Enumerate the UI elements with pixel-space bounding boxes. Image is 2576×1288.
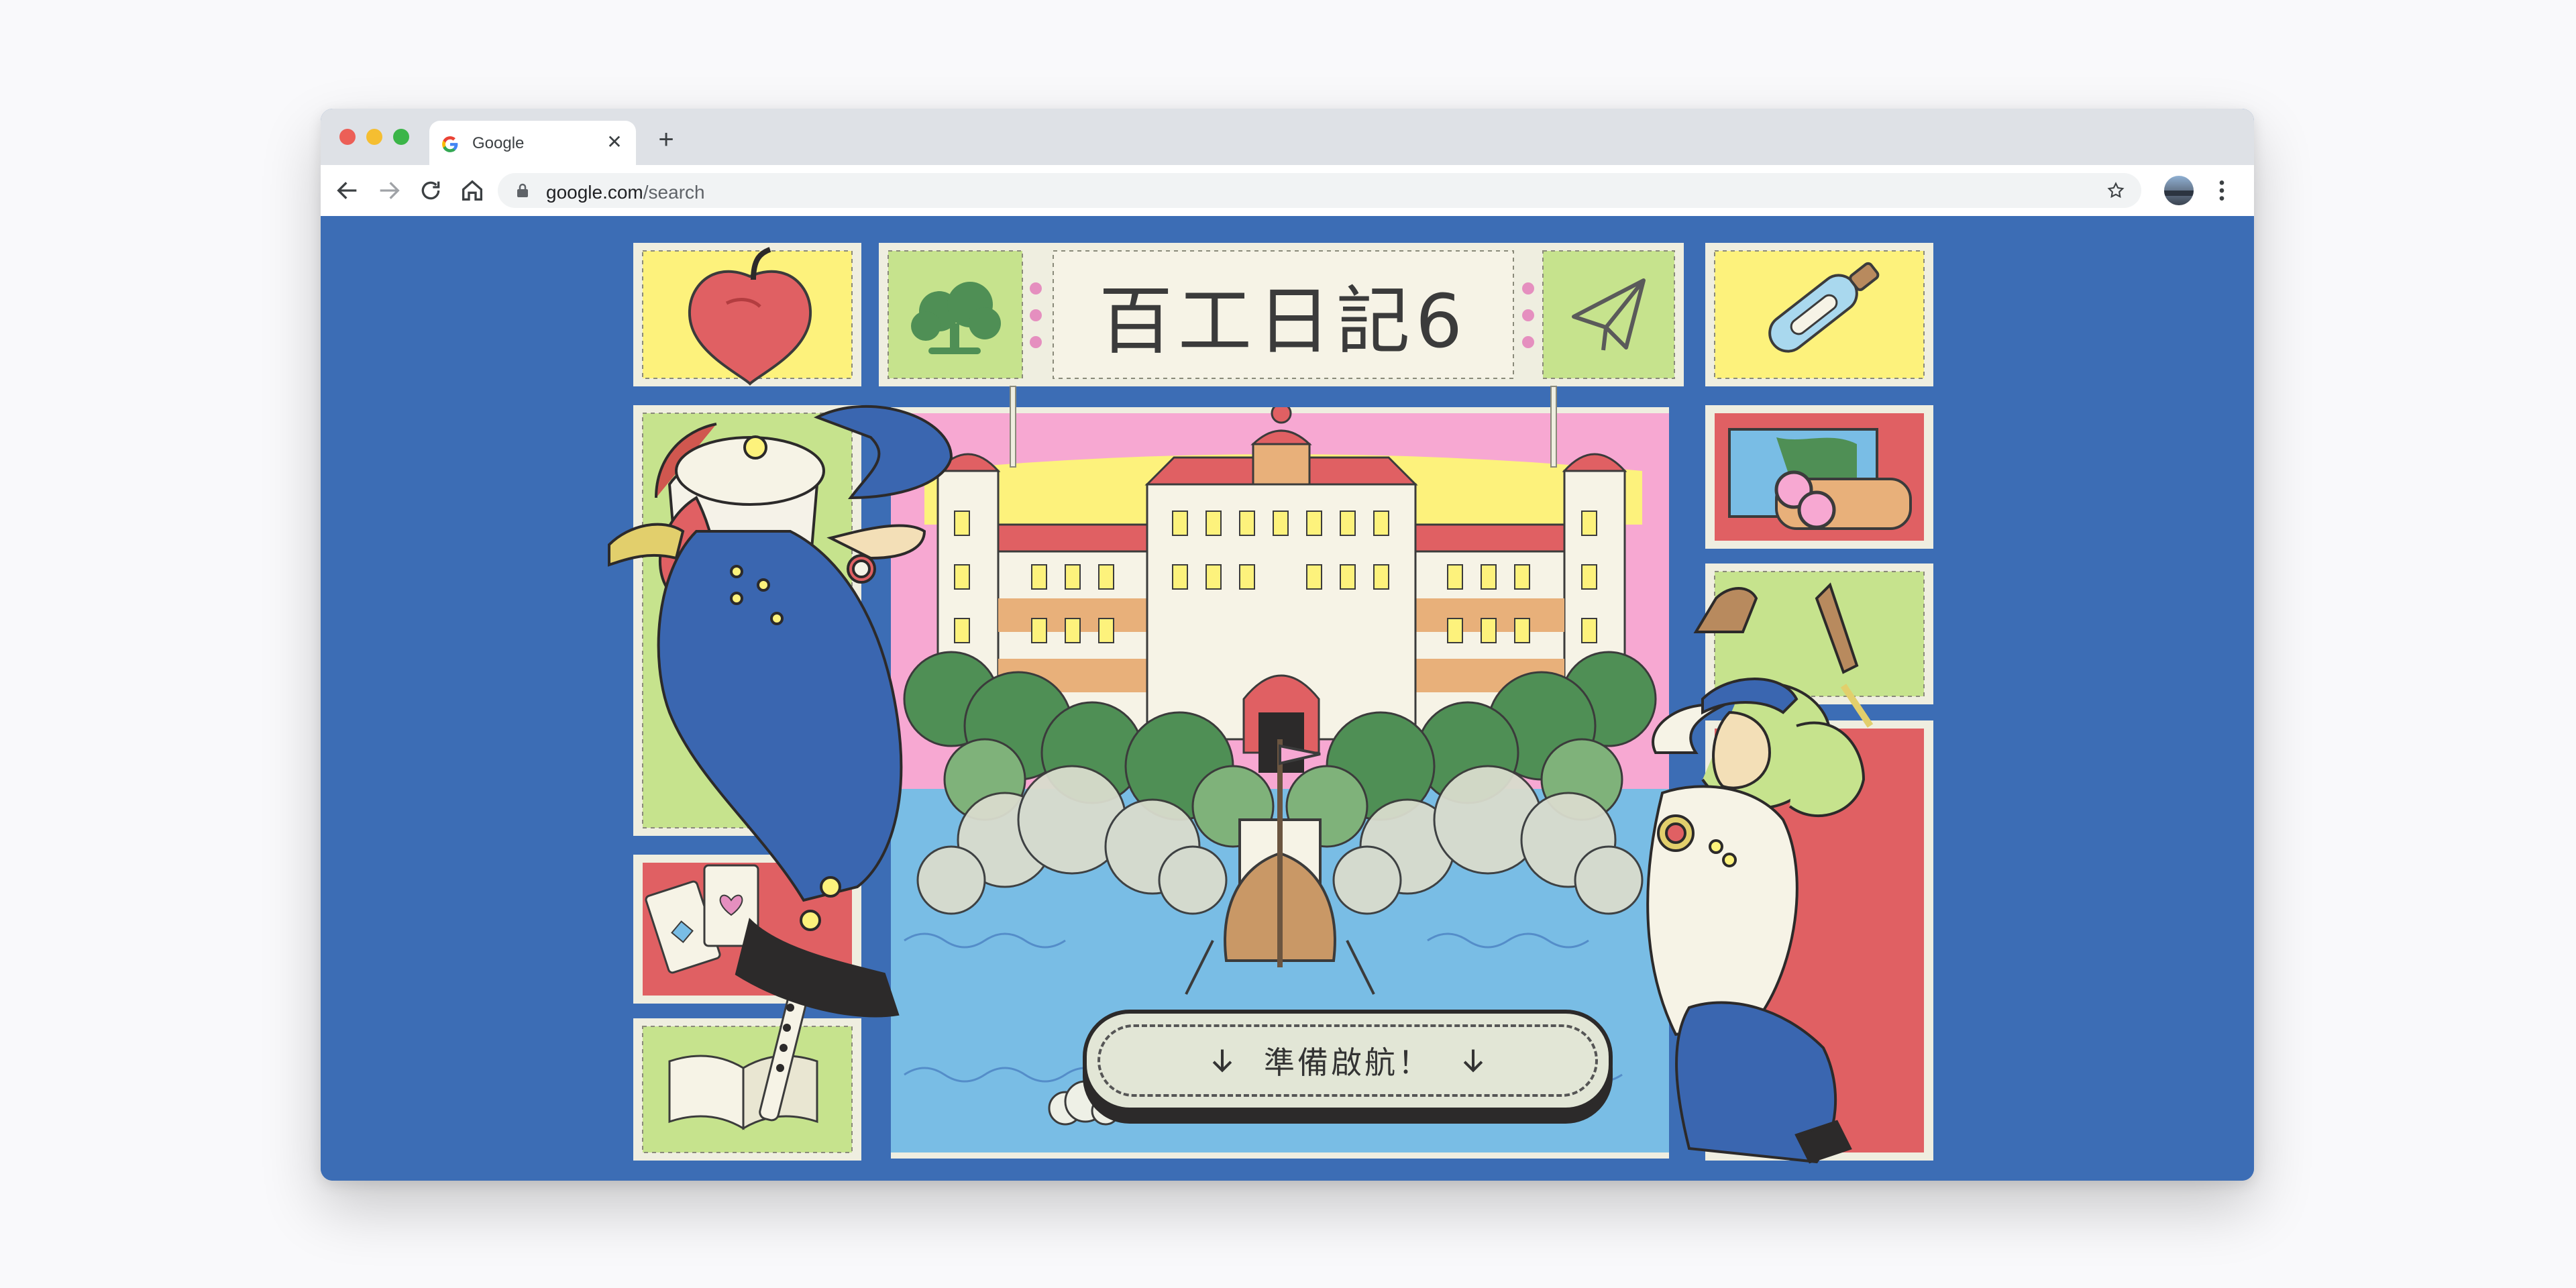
close-window-button[interactable] (339, 129, 356, 145)
start-voyage-button[interactable]: 準備啟航！ (1083, 1010, 1613, 1112)
down-arrow-icon (1212, 1049, 1232, 1073)
back-arrow-icon[interactable] (334, 177, 361, 204)
google-favicon-icon (442, 136, 458, 152)
doodle-area: 百工日記6 準備啟航！ (321, 216, 2254, 1181)
new-tab-button[interactable]: + (652, 126, 680, 154)
browser-window: Google ✕ + google.com/search 百工日記6 準備啟航！ (321, 109, 2254, 1181)
tab-title: Google (472, 134, 525, 152)
lock-icon (517, 183, 528, 197)
start-voyage-button-inner: 準備啟航！ (1097, 1024, 1598, 1097)
url-host: google.com (546, 182, 643, 203)
browser-toolbar: google.com/search (321, 165, 2254, 217)
down-arrow-icon (1463, 1049, 1483, 1073)
forward-arrow-icon[interactable] (376, 177, 402, 204)
address-bar[interactable]: google.com/search (498, 173, 2141, 208)
title-bar: Google ✕ + (321, 109, 2254, 165)
menu-dots-icon[interactable] (2208, 177, 2235, 204)
url-path: /search (643, 182, 705, 203)
minimize-window-button[interactable] (366, 129, 382, 145)
maximize-window-button[interactable] (393, 129, 409, 145)
home-icon[interactable] (459, 177, 486, 204)
start-voyage-label: 準備啟航！ (1264, 1045, 1432, 1080)
profile-avatar-icon[interactable] (2164, 176, 2194, 205)
star-icon[interactable] (2106, 181, 2125, 200)
browser-tab[interactable]: Google ✕ (429, 121, 636, 165)
doodle-title-plate: 百工日記6 (1053, 251, 1513, 378)
close-tab-icon[interactable]: ✕ (602, 130, 627, 154)
url-text: google.com/search (546, 182, 705, 203)
doodle-title-text: 百工日記6 (1099, 278, 1468, 364)
reload-icon[interactable] (417, 177, 444, 204)
